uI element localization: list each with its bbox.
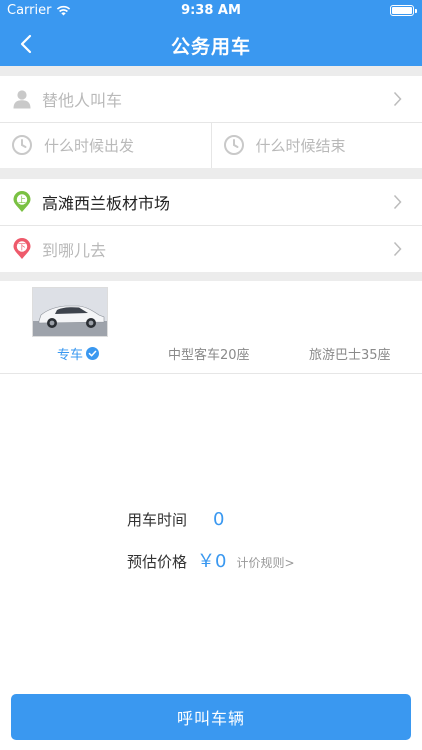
dropoff-placeholder: 到哪儿去 (42, 241, 107, 260)
car-type-label: 旅游巴士35座 (309, 348, 391, 363)
pickup-pin-icon: 上 (12, 191, 32, 212)
nav-bar: 公务用车 (0, 22, 422, 66)
end-time-placeholder: 什么时候结束 (255, 136, 346, 155)
section-gap (0, 66, 422, 76)
divider (0, 373, 422, 374)
call-vehicle-button[interactable]: 呼叫车辆 (11, 694, 411, 740)
car-type-selector: 专车 中型客车20座 旅游巴士35座 (0, 281, 422, 373)
dropoff-row[interactable]: 下 到哪儿去 (0, 226, 422, 272)
duration-label: 用车时间 (127, 511, 188, 529)
duration-value: 0 (213, 509, 225, 530)
chevron-right-icon (393, 91, 402, 107)
pickup-badge: 上 (18, 196, 26, 205)
status-time: 9:38 AM (181, 3, 241, 18)
clock-icon (223, 135, 244, 155)
start-time-placeholder: 什么时候出发 (44, 136, 135, 155)
section-gap (0, 272, 422, 281)
duration-summary: 用车时间 0 (127, 509, 224, 530)
passenger-placeholder: 替他人叫车 (42, 91, 123, 110)
clock-icon (12, 135, 32, 155)
price-value: ￥0 (197, 551, 227, 572)
car-type-tab-0[interactable]: 专车 (57, 344, 100, 363)
chevron-right-icon (393, 241, 402, 257)
pickup-row[interactable]: 上 高滩西兰板材市场 (0, 179, 422, 225)
end-time-field[interactable]: 什么时候结束 (212, 122, 422, 168)
pickup-value: 高滩西兰板材市场 (42, 194, 171, 213)
car-type-tab-2[interactable]: 旅游巴士35座 (309, 344, 391, 363)
chevron-right-icon (393, 194, 402, 210)
car-type-label: 专车 (57, 348, 84, 363)
person-icon (12, 89, 32, 109)
time-row: 什么时候出发 什么时候结束 (0, 122, 422, 168)
start-time-field[interactable]: 什么时候出发 (0, 122, 211, 168)
price-label: 预估价格 (127, 553, 188, 571)
price-summary: 预估价格 ￥0 计价规则> (127, 547, 295, 573)
dropoff-pin-icon: 下 (12, 238, 32, 259)
car-image[interactable] (32, 287, 108, 337)
status-bar: Carrier 9:38 AM (0, 0, 422, 22)
check-circle-icon (86, 347, 100, 360)
passenger-row[interactable]: 替他人叫车 (0, 76, 422, 122)
battery-icon (390, 5, 417, 16)
pricing-rules-link[interactable]: 计价规则> (236, 554, 294, 571)
page-title: 公务用车 (170, 36, 251, 58)
dropoff-badge: 下 (18, 243, 26, 252)
section-gap (0, 168, 422, 179)
car-type-label: 中型客车20座 (168, 348, 250, 363)
car-type-tab-1[interactable]: 中型客车20座 (168, 344, 250, 363)
